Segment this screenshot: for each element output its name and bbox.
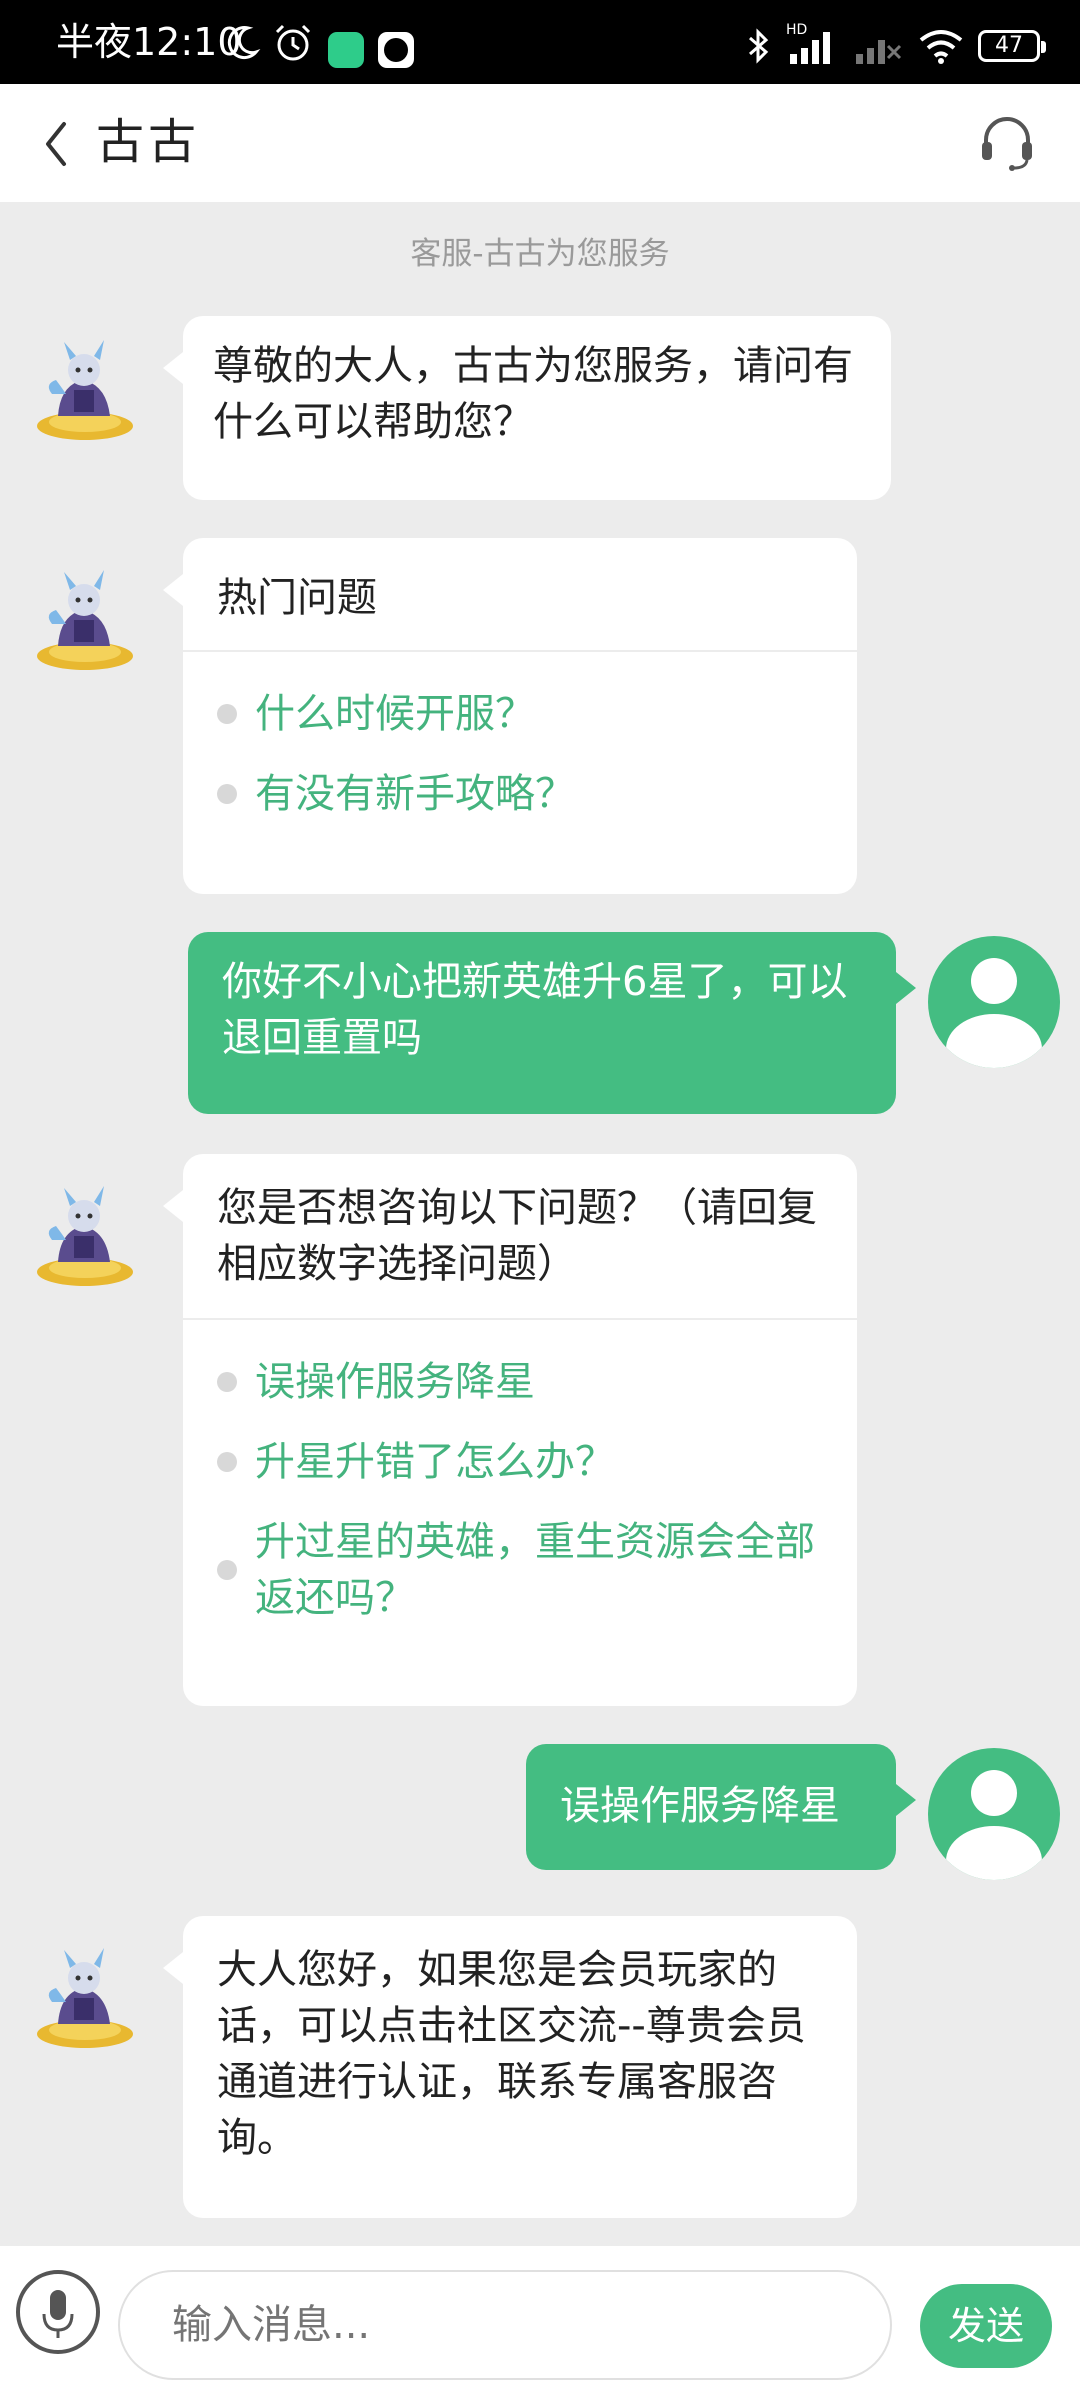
mic-button[interactable]	[16, 2270, 100, 2354]
chat-header: 古古	[0, 84, 1080, 202]
question-label[interactable]: 升过星的英雄，重生资源会全部返还吗？	[255, 1514, 823, 1626]
bot-message-greeting: 尊敬的大人，古古为您服务，请问有什么可以帮助您？	[163, 316, 891, 500]
user-message: 你好不小心把新英雄升6星了，可以退回重置吗	[188, 932, 916, 1114]
question-link[interactable]: 误操作服务降星	[217, 1342, 823, 1422]
question-link[interactable]: 升过星的英雄，重生资源会全部返还吗？	[217, 1502, 823, 1638]
bot-avatar	[37, 1948, 133, 2048]
hot-questions-card: 热门问题 什么时候开服？ 有没有新手攻略？	[163, 538, 857, 894]
headset-icon[interactable]	[976, 112, 1038, 174]
bot-avatar	[37, 340, 133, 440]
mic-icon	[42, 2290, 74, 2338]
bullet-icon	[217, 1372, 237, 1392]
question-link[interactable]: 有没有新手攻略？	[217, 754, 823, 834]
bullet-icon	[217, 704, 237, 724]
app-notification-icon-2	[378, 32, 414, 68]
question-link[interactable]: 什么时候开服？	[217, 674, 823, 754]
alarm-icon	[275, 24, 311, 61]
question-label[interactable]: 误操作服务降星	[255, 1354, 535, 1410]
input-bar: 发送	[0, 2246, 1080, 2400]
status-time: 半夜12:10	[56, 20, 242, 64]
user-message: 误操作服务降星	[526, 1744, 916, 1870]
bot-message-reply: 大人您好，如果您是会员玩家的话，可以点击社区交流--尊贵会员通道进行认证，联系专…	[163, 1916, 857, 2218]
bot-avatar	[37, 1186, 133, 1286]
user-avatar-icon	[928, 936, 1060, 1068]
user-avatar-icon	[928, 1748, 1060, 1880]
bot-avatar	[37, 570, 133, 670]
bullet-icon	[217, 1560, 237, 1580]
signal-icon: HD	[786, 22, 838, 66]
question-label[interactable]: 有没有新手攻略？	[255, 766, 575, 822]
battery-icon: 47	[978, 30, 1046, 62]
app-notification-icon	[328, 32, 364, 68]
chat-area[interactable]: 客服-古古为您服务 尊敬的大人，古古为您服务，请问有什么可以帮助您？ 热门问题 …	[0, 202, 1080, 2246]
question-list: 误操作服务降星 升星升错了怎么办？ 升过星的英雄，重生资源会全部返还吗？	[183, 1320, 857, 1660]
moon-icon	[227, 26, 261, 60]
question-list: 什么时候开服？ 有没有新手攻略？	[183, 652, 857, 856]
card-title: 您是否想咨询以下问题？（请回复相应数字选择问题）	[217, 1185, 817, 1287]
question-link[interactable]: 升星升错了怎么办？	[217, 1422, 823, 1502]
question-label[interactable]: 什么时候开服？	[255, 686, 535, 742]
suggested-questions-card: 您是否想咨询以下问题？（请回复相应数字选择问题） 误操作服务降星 升星升错了怎么…	[163, 1154, 857, 1706]
wifi-icon	[919, 30, 963, 64]
message-input[interactable]	[118, 2270, 892, 2380]
question-label[interactable]: 升星升错了怎么办？	[255, 1434, 615, 1490]
card-title: 热门问题	[217, 575, 377, 621]
bluetooth-icon	[749, 28, 769, 64]
status-bar: 半夜12:10 HD 47	[0, 0, 1080, 84]
bullet-icon	[217, 1452, 237, 1472]
service-notice: 客服-古古为您服务	[410, 236, 670, 272]
signal-icon-2	[856, 40, 902, 64]
bullet-icon	[217, 784, 237, 804]
back-icon[interactable]	[38, 116, 74, 172]
send-button[interactable]: 发送	[920, 2284, 1052, 2368]
page-title: 古古	[96, 114, 201, 170]
